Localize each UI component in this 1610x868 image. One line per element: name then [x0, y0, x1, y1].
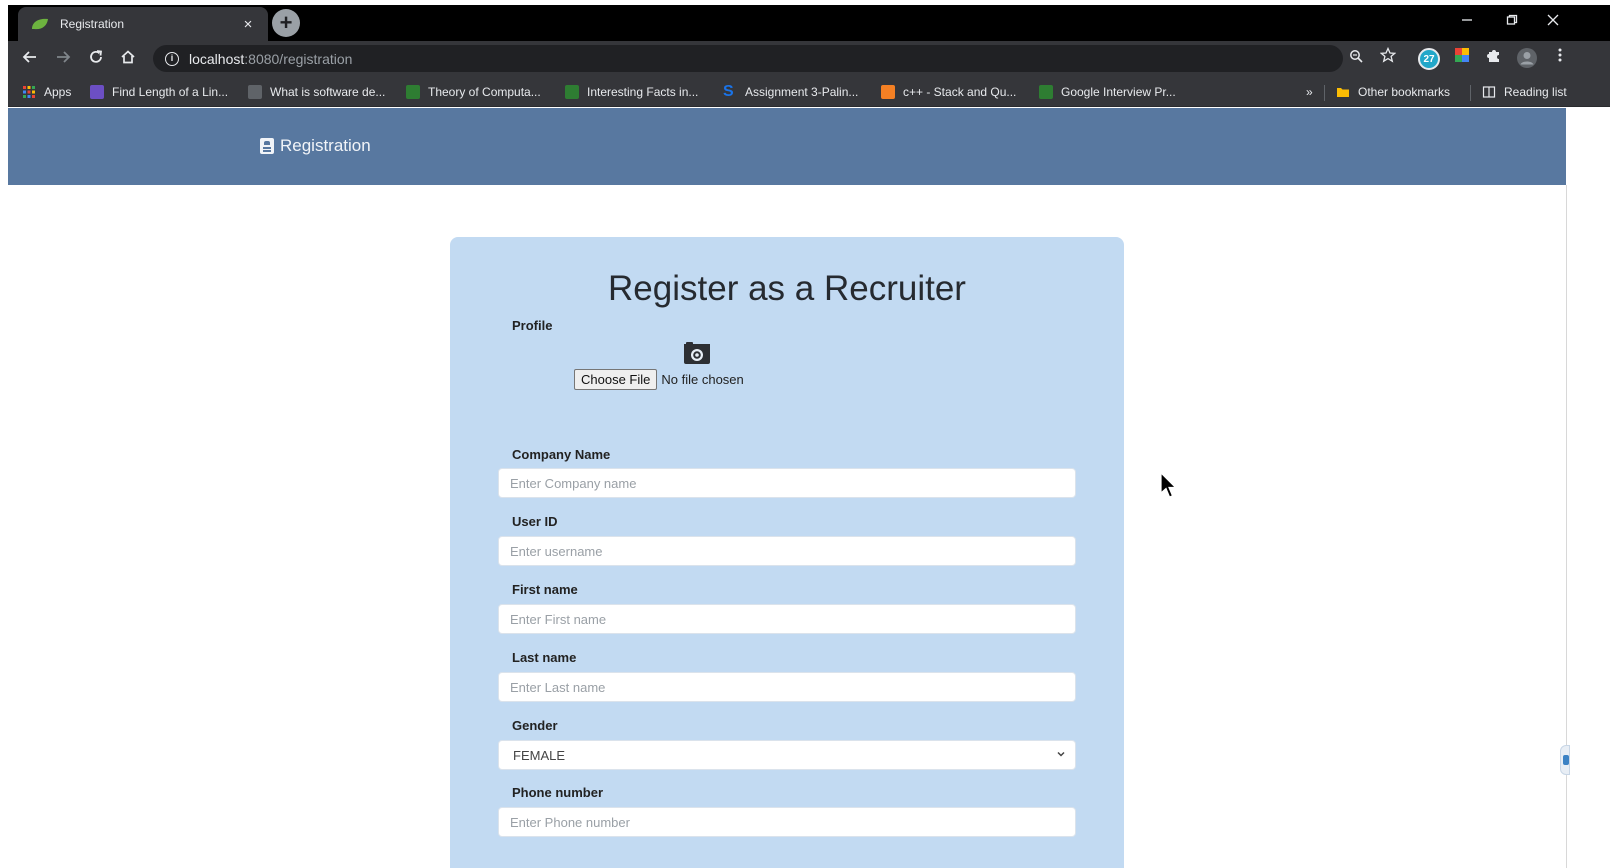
tab-close-icon[interactable]: ×: [238, 16, 258, 33]
last-name-input[interactable]: [498, 672, 1076, 702]
side-widget-handle[interactable]: [1560, 745, 1570, 775]
screen: Registration × + i localhost:8080/regis: [0, 0, 1610, 868]
menu-kebab-icon[interactable]: [1548, 47, 1572, 71]
profile-avatar-icon[interactable]: [1515, 47, 1539, 71]
bookmark-apps[interactable]: Apps: [22, 82, 71, 102]
camera-icon: [684, 342, 710, 364]
s-logo-icon: S: [723, 83, 734, 100]
address-bar[interactable]: i localhost:8080/registration: [153, 45, 1343, 72]
bookmark-label: Google Interview Pr...: [1061, 85, 1176, 99]
bookmark-label: What is software de...: [270, 85, 386, 99]
file-picker: Choose File No file chosen: [574, 369, 744, 390]
choose-file-button[interactable]: Choose File: [574, 369, 658, 390]
gender-select[interactable]: FEMALE: [498, 740, 1076, 770]
other-bookmarks-button[interactable]: Other bookmarks: [1336, 82, 1450, 102]
company-name-label: Company Name: [512, 447, 611, 462]
reload-icon[interactable]: [82, 45, 110, 73]
bookmarks-bar: Apps Find Length of a Lin... What is sof…: [8, 76, 1610, 107]
brand-link[interactable]: Registration: [260, 136, 371, 156]
restore-icon[interactable]: [1497, 9, 1527, 35]
user-id-label: User ID: [512, 514, 558, 529]
bookmark-theory[interactable]: Theory of Computa...: [406, 82, 541, 102]
reading-list-button[interactable]: Reading list: [1482, 82, 1567, 102]
zoom-icon[interactable]: [1344, 47, 1368, 71]
file-status-text: No file chosen: [661, 372, 744, 387]
gender-label: Gender: [512, 718, 558, 733]
first-name-input[interactable]: [498, 604, 1076, 634]
brand-label: Registration: [280, 136, 371, 155]
bookmark-star-icon[interactable]: [1376, 46, 1400, 71]
browser-tab[interactable]: Registration ×: [18, 7, 268, 41]
url-host: localhost: [189, 50, 245, 67]
site-favicon-icon: [1039, 85, 1053, 99]
bookmarks-divider: [1470, 85, 1471, 101]
bookmark-label: Other bookmarks: [1358, 85, 1451, 99]
browser-toolbar: i localhost:8080/registration 27: [8, 41, 1610, 76]
close-window-icon[interactable]: [1538, 9, 1568, 35]
apps-grid-icon: [23, 86, 35, 98]
site-favicon-icon: [406, 85, 420, 99]
bookmark-google-interview[interactable]: Google Interview Pr...: [1039, 82, 1176, 102]
bookmark-label: Assignment 3-Palin...: [745, 85, 859, 99]
tab-strip: Registration × +: [8, 5, 1610, 41]
company-name-input[interactable]: [498, 468, 1076, 498]
bookmark-find-length[interactable]: Find Length of a Lin...: [90, 82, 228, 102]
forward-icon[interactable]: [49, 45, 77, 73]
bookmarks-divider: [1324, 85, 1325, 101]
app-header: Registration: [8, 108, 1566, 185]
bookmark-label: c++ - Stack and Qu...: [903, 85, 1017, 99]
tab-title: Registration: [60, 17, 125, 31]
user-id-input[interactable]: [498, 536, 1076, 566]
bookmark-label: Apps: [44, 85, 72, 99]
mouse-cursor-icon: [1160, 472, 1177, 498]
phone-number-label: Phone number: [512, 785, 604, 800]
extension-badge-icon[interactable]: 27: [1418, 48, 1440, 70]
gender-selected-value: FEMALE: [513, 748, 566, 763]
chevron-down-icon: [1057, 751, 1065, 757]
reading-list-icon: [1482, 86, 1496, 98]
site-favicon-icon: [90, 85, 104, 99]
site-info-icon[interactable]: i: [165, 51, 179, 66]
id-card-icon: [260, 138, 274, 154]
bookmark-label: Reading list: [1504, 85, 1567, 99]
bookmark-software[interactable]: What is software de...: [248, 82, 385, 102]
bookmark-label: Find Length of a Lin...: [112, 85, 229, 99]
first-name-label: First name: [512, 582, 578, 597]
extensions-puzzle-icon[interactable]: [1482, 47, 1506, 71]
color-extension-icon[interactable]: [1450, 47, 1474, 71]
site-favicon-icon: [248, 85, 262, 99]
phone-number-input[interactable]: [498, 807, 1076, 837]
bookmark-assignment[interactable]: S Assignment 3-Palin...: [723, 82, 858, 102]
bookmark-stack-queue[interactable]: c++ - Stack and Qu...: [881, 82, 1016, 102]
home-icon[interactable]: [114, 45, 142, 73]
more-bookmarks-button[interactable]: »: [1306, 82, 1313, 102]
new-tab-button[interactable]: +: [272, 9, 300, 37]
bookmark-label: Theory of Computa...: [428, 85, 541, 99]
spring-leaf-icon: [32, 18, 48, 30]
back-icon[interactable]: [16, 45, 44, 73]
registration-card: Register as a Recruiter Profile Choose F…: [450, 237, 1124, 868]
folder-icon: [1337, 88, 1349, 97]
minimize-icon[interactable]: [1452, 9, 1482, 35]
url-path: :8080/registration: [244, 50, 353, 67]
stackoverflow-icon: [881, 85, 895, 99]
bookmark-interesting-facts[interactable]: Interesting Facts in...: [565, 82, 698, 102]
last-name-label: Last name: [512, 650, 577, 665]
bookmark-label: Interesting Facts in...: [587, 85, 699, 99]
site-favicon-icon: [565, 85, 579, 99]
page-title: Register as a Recruiter: [608, 269, 966, 308]
profile-label: Profile: [512, 318, 553, 333]
